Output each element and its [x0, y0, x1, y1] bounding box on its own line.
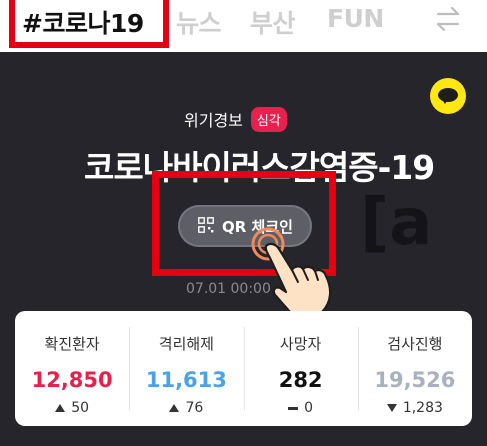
alert-level-row: 위기경보 심각 — [184, 106, 287, 132]
stat-change: 1,283 — [358, 400, 472, 416]
stat-label: 사망자 — [279, 335, 322, 353]
stat-confirmed: 확진환자 12,850 50 — [15, 311, 129, 426]
arrow-up-icon — [55, 404, 66, 412]
stats-card: 확진환자 12,850 50 격리해제 11,613 76 사망자 282 0 … — [15, 311, 472, 426]
highlight-box-tab — [9, 0, 169, 48]
stat-change-value: 76 — [185, 400, 204, 416]
tap-hand-icon — [251, 227, 332, 319]
stat-value: 282 — [278, 368, 323, 392]
stat-change: 76 — [129, 400, 243, 416]
alert-level-badge: 심각 — [250, 106, 287, 132]
tab-busan[interactable]: 부산 — [250, 4, 296, 40]
stat-deaths: 사망자 282 0 — [243, 311, 358, 426]
arrow-down-icon — [386, 404, 397, 412]
tab-news[interactable]: 뉴스 — [176, 4, 222, 40]
stat-value: 11,613 — [145, 368, 227, 392]
stat-testing: 검사진행 19,526 1,283 — [357, 311, 472, 426]
stat-label: 격리해제 — [158, 335, 214, 353]
stat-value: 12,850 — [31, 368, 113, 392]
top-tab-bar: #코로나19 뉴스 부산 FUN — [0, 0, 487, 52]
stat-change-value: 0 — [304, 400, 314, 416]
stat-label: 확진환자 — [44, 335, 100, 353]
arrow-up-icon — [169, 404, 180, 412]
stat-label: 검사진행 — [387, 335, 443, 353]
stat-change-value: 1,283 — [402, 400, 443, 416]
dash-icon — [288, 406, 299, 410]
kakao-chat-icon[interactable] — [430, 78, 466, 114]
swap-icon[interactable] — [432, 3, 464, 35]
stat-change-value: 50 — [71, 400, 90, 416]
background-text: [a — [360, 186, 433, 260]
stat-change: 50 — [15, 400, 129, 416]
stat-value: 19,526 — [374, 368, 456, 392]
tab-fun[interactable]: FUN — [327, 4, 384, 33]
alert-label: 위기경보 — [184, 111, 243, 130]
stat-change: 0 — [244, 400, 358, 416]
stat-released: 격리해제 11,613 76 — [129, 311, 243, 426]
